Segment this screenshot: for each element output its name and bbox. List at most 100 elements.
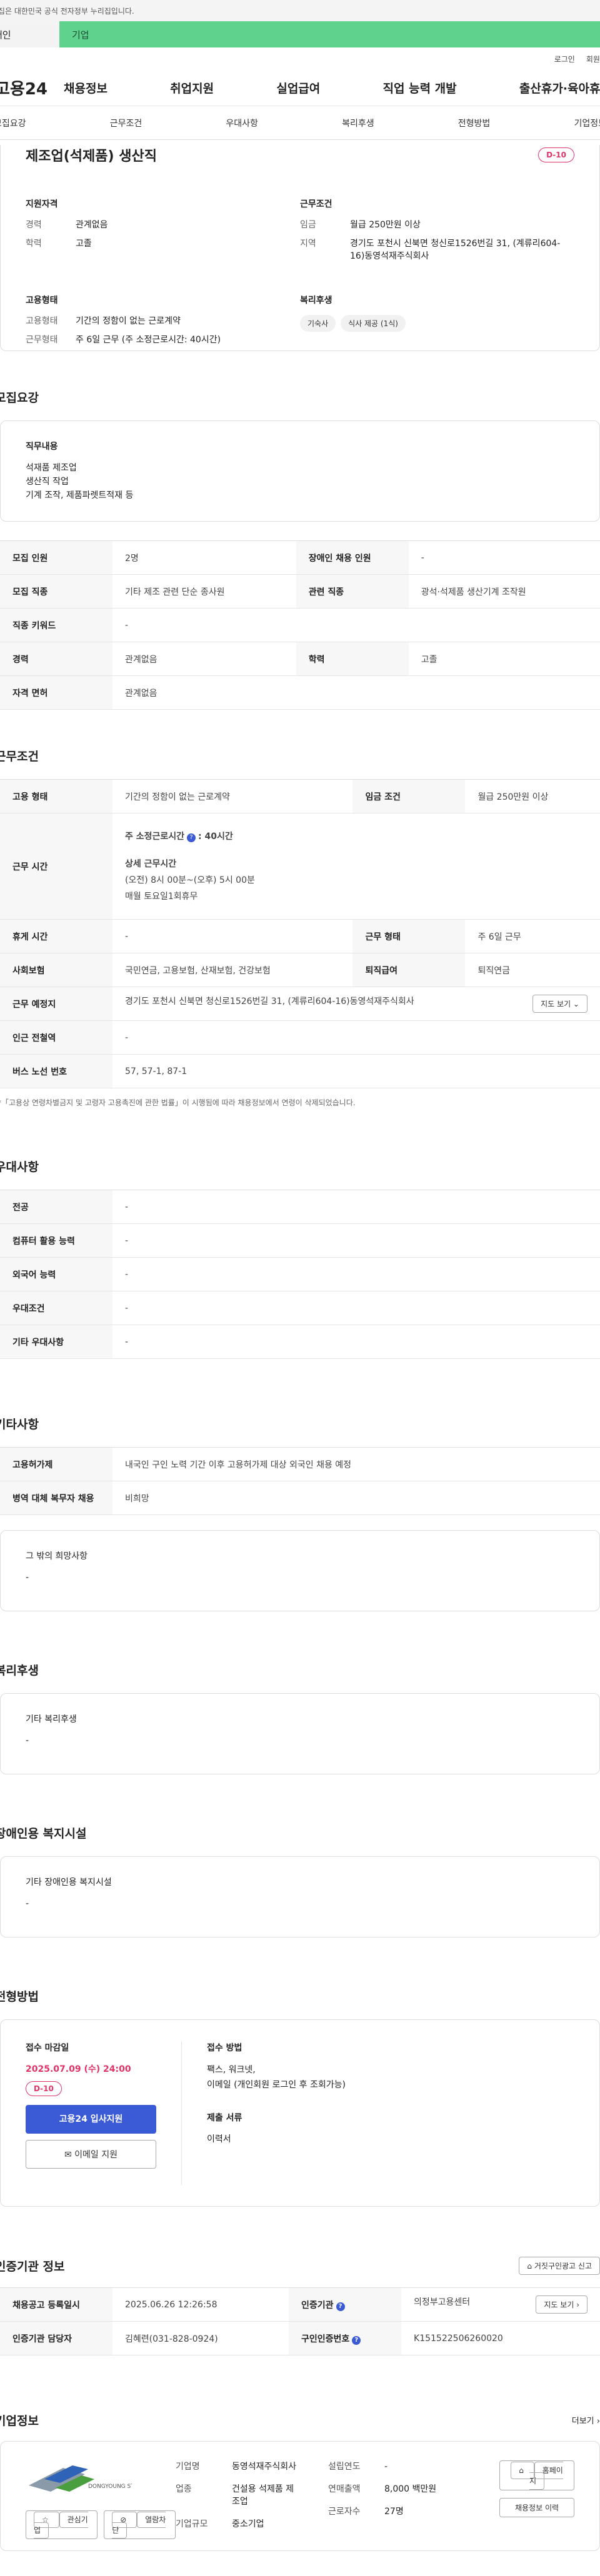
report-button[interactable]: ⌂ 거짓구인광고 신고 (519, 2257, 600, 2275)
gnb-maternity-leave[interactable]: 출산휴가·육아휴직 (519, 79, 600, 96)
apply-button[interactable]: 고용24 입사지원 (26, 2105, 156, 2134)
gnb-unemployment-benefit[interactable]: 실업급여 (276, 79, 320, 96)
email-apply-label: 이메일 지원 (74, 2150, 118, 2160)
td: 의정부고용센터 지도 보기 › (401, 2287, 600, 2322)
td: 월급 250만원 이상 (465, 779, 600, 813)
benefit-tag: 식사 제공 (1식) (341, 315, 406, 332)
more-link[interactable]: 더보기 › (572, 2414, 600, 2426)
table-row: 휴게 시간 - 근무 형태 주 6일 근무 (0, 919, 600, 953)
th: 병역 대체 복무자 채용 (0, 1481, 112, 1515)
kv-label: 연매출액 (328, 2484, 361, 2494)
table-row: 모집 직종 기타 제조 관련 단순 종사원 관련 직종 광석·석제품 생산기계 조작원 (0, 574, 600, 609)
table-row: 근무 예정지 경기도 포천시 신북면 청신로1526번길 31, (계류리604-… (0, 987, 600, 1021)
kv-value: 동영석재주식회사 (232, 2462, 297, 2472)
help-icon[interactable]: ? (352, 2335, 361, 2345)
hours-main-label: 주 소정근로시간 (125, 831, 185, 842)
td: - (112, 1325, 600, 1359)
table-row: 경력 관계없음 학력 고졸 (0, 642, 600, 676)
duty-line: 석재품 제조업 (26, 463, 77, 473)
subtab-company[interactable]: 기업정보 (574, 117, 600, 129)
th: 인근 전철역 (0, 1020, 112, 1055)
td: - (112, 1020, 600, 1055)
report-label: 거짓구인광고 신고 (534, 2262, 592, 2270)
th: 퇴직급여 (352, 953, 466, 987)
td: 2명 (112, 540, 296, 575)
table-row: 전공 - (0, 1190, 600, 1224)
docs-value: 이력서 (207, 2134, 231, 2144)
job-summary-card: 제조업(석제품) 생산직 D-10 지원자격 경력 관계없음 학력 고졸 근무조건 … (0, 145, 600, 351)
td: 비희망 (112, 1481, 600, 1515)
hours-main-value: : 40시간 (198, 831, 233, 842)
table-row: 우대조건 - (0, 1291, 600, 1325)
subtab-process[interactable]: 전형방법 (458, 117, 491, 129)
interest-company-button[interactable]: ☆ 관심기업 (26, 2510, 98, 2539)
table-row: 고용허가제 내국인 구인 노력 기간 이후 고용허가제 대상 외국인 채용 예정 (0, 1447, 600, 1481)
site-logo[interactable]: 고용24 (0, 76, 64, 99)
auth-table: 채용공고 등록일시 2025.06.26 12:26:58 인증기관? 의정부고용센터… (0, 2287, 600, 2355)
block-view-button[interactable]: ⊘ 열람차단 (104, 2510, 176, 2539)
kv-label: 설립연도 (328, 2462, 361, 2472)
company-heading: 기업정보 (0, 2414, 39, 2428)
benefit-heading: 복리후생 (300, 296, 332, 306)
welfare-box-title: 기타 복리후생 (26, 1714, 77, 1724)
homepage-button[interactable]: ⌂ 홈페이지 (499, 2460, 574, 2490)
org-map-button[interactable]: 지도 보기 › (536, 2295, 588, 2314)
email-apply-button[interactable]: ✉ 이메일 지원 (26, 2140, 156, 2169)
kv-value: 27명 (384, 2507, 404, 2517)
company-logo: DONGYOUNG STONE (29, 2465, 132, 2492)
gnb-employment-support[interactable]: 취업지원 (170, 79, 214, 96)
kv-label: 경력 (26, 220, 42, 230)
th: 채용공고 등록일시 (0, 2287, 112, 2322)
login-link[interactable]: 로그인 (554, 54, 575, 64)
tab-person[interactable]: 개인 (0, 21, 59, 47)
subtab-recruit[interactable]: 모집요강 (0, 117, 26, 129)
place-cell: 경기도 포천시 신북면 청신로1526번길 31, (계류리604-16)동영석… (112, 987, 600, 1021)
subtab-welfare[interactable]: 복리후생 (342, 117, 374, 129)
td: 광석·석제품 생산기계 조작원 (408, 574, 600, 609)
auth-heading: 인증기관 정보 (0, 2260, 65, 2274)
method-line: 팩스, 워크넷, (207, 2065, 256, 2075)
th: 임금 조건 (352, 779, 466, 813)
gnb-vocational-training[interactable]: 직업 능력 개발 (383, 79, 457, 96)
disabled-box: 기타 장애인용 복지시설 - (0, 1856, 600, 1937)
td: 관계없음 (112, 642, 296, 676)
subtab-preference[interactable]: 우대사항 (226, 117, 258, 129)
kv-label: 근무형태 (26, 335, 58, 345)
hope-box: 그 밖의 희망사항 - (0, 1530, 600, 1611)
org-value: 의정부고용센터 (414, 2297, 471, 2307)
th: 학력 (296, 642, 409, 676)
signup-link[interactable]: 회원가입 (586, 54, 600, 64)
bottom-spacer (0, 2551, 600, 2576)
etc-heading: 기타사항 (0, 1418, 39, 1431)
subtab-work[interactable]: 근무조건 (110, 117, 142, 129)
td: 기타 제조 관련 단순 종사원 (112, 574, 296, 609)
th: 모집 직종 (0, 574, 112, 609)
recruit-heading: 모집요강 (0, 391, 39, 405)
kv-value: 관계없음 (76, 220, 108, 230)
history-button[interactable]: 채용정보 이력 (499, 2498, 574, 2517)
table-row: 인증기관 담당자 김혜련(031-828-0924) 구인인증번호? K1515225… (0, 2321, 600, 2355)
hours-detail: 매월 토요일1회휴무 (125, 891, 198, 902)
help-icon[interactable]: ? (187, 833, 196, 842)
table-row: 인근 전철역 - (0, 1020, 600, 1055)
etc-table: 고용허가제 내국인 구인 노력 기간 이후 고용허가제 대상 외국인 채용 예정 … (0, 1447, 600, 1515)
table-row: 병역 대체 복무자 채용 비희망 (0, 1481, 600, 1515)
deadline-value: 2025.07.09 (수) 24:00 (26, 2064, 131, 2074)
table-row: 고용 형태 기간의 정함이 없는 근로계약 임금 조건 월급 250만원 이상 (0, 779, 600, 813)
duty-line: 생산직 작업 (26, 477, 69, 487)
tab-company[interactable]: 기업 (59, 21, 600, 47)
th-label: 구인인증번호 (301, 2334, 350, 2344)
th: 관련 직종 (296, 574, 409, 609)
welfare-box-value: - (26, 1736, 29, 1746)
map-view-button[interactable]: 지도 보기 ⌄ (532, 995, 588, 1013)
th: 고용 형태 (0, 779, 112, 813)
process-heading: 전형방법 (0, 1990, 39, 2004)
help-icon[interactable]: ? (336, 2302, 345, 2311)
td: 관계없음 (112, 675, 600, 710)
dday-badge: D-10 (26, 2081, 62, 2096)
work-heading: 근무조건 (0, 750, 39, 763)
org-map-label: 지도 보기 (544, 2300, 574, 2309)
age-note: *「고용상 연령차별금지 및 고령자 고용촉진에 관한 법률」이 시행됨에 따라… (0, 1098, 356, 1107)
table-row: 채용공고 등록일시 2025.06.26 12:26:58 인증기관? 의정부고용센터… (0, 2287, 600, 2322)
gnb-jobs[interactable]: 채용정보 (64, 79, 108, 96)
